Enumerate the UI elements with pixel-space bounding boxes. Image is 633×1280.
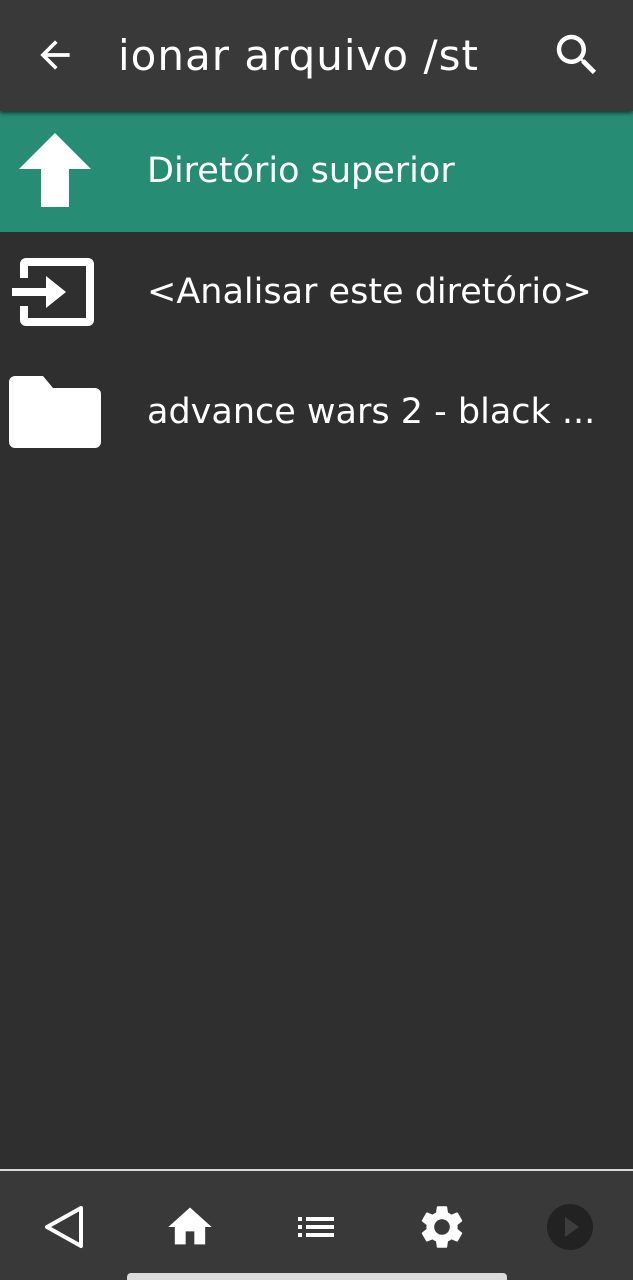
list-item-label: Diretório superior	[147, 151, 455, 191]
list-icon	[298, 1217, 334, 1237]
gesture-handle	[127, 1273, 507, 1280]
back-button[interactable]	[30, 30, 80, 80]
nav-back-button[interactable]	[36, 1199, 92, 1255]
list-item-label: advance wars 2 - black ...	[147, 392, 596, 432]
top-app-bar: ionar arquivo /st	[0, 0, 633, 111]
list-item-parent-directory[interactable]: Diretório superior	[0, 111, 633, 232]
file-list: Diretório superior <Analisar este diretó…	[0, 111, 633, 472]
back-triangle-icon	[45, 1206, 83, 1248]
nav-play-button[interactable]	[542, 1199, 598, 1255]
list-item-label: <Analisar este diretório>	[147, 272, 592, 312]
arrow-back-icon	[40, 40, 70, 70]
bottom-navigation-bar	[0, 1171, 633, 1280]
home-icon	[168, 1207, 212, 1245]
list-item-scan-directory[interactable]: <Analisar este diretório>	[0, 232, 633, 352]
arrow-up-icon	[8, 131, 102, 211]
folder-icon	[8, 372, 102, 452]
gear-icon	[421, 1206, 463, 1248]
list-item-folder[interactable]: advance wars 2 - black ...	[0, 352, 633, 472]
nav-settings-button[interactable]	[414, 1199, 470, 1255]
nav-home-button[interactable]	[162, 1199, 218, 1255]
nav-list-button[interactable]	[288, 1199, 344, 1255]
search-icon	[556, 34, 597, 75]
scan-directory-icon	[8, 252, 102, 332]
search-button[interactable]	[550, 28, 604, 82]
play-icon	[547, 1204, 593, 1250]
page-title: ionar arquivo /st	[118, 31, 479, 80]
